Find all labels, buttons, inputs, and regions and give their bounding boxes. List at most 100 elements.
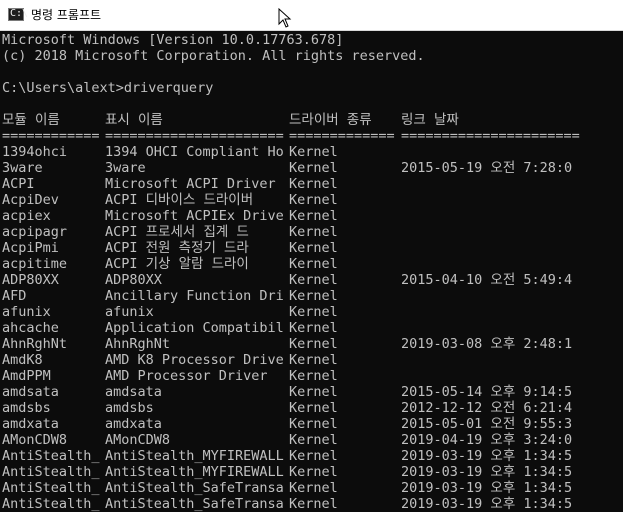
driver-row: amdxata amdxata Kernel 2015-05-01 오전 9:55:3 [2, 416, 621, 432]
link-date-cell [401, 224, 621, 240]
driver-type-cell: Kernel [289, 368, 338, 384]
link-date-cell [401, 208, 621, 224]
driver-type-cell: Kernel [289, 240, 338, 256]
module-name-cell: 3ware [2, 160, 43, 176]
link-date-cell: 2015-05-14 오후 9:14:5 [401, 384, 573, 400]
link-date-cell [401, 320, 621, 336]
driver-row: 3ware 3ware Kernel 2015-05-19 오전 7:28:0 [2, 160, 621, 176]
driver-type-cell: Kernel [289, 448, 338, 464]
link-date-cell: 2012-12-12 오전 6:21:4 [401, 400, 573, 416]
display-name-cell: Ancillary Function Dri [105, 288, 284, 304]
link-date-cell: 2015-05-19 오전 7:28:0 [401, 160, 573, 176]
driver-row: AMonCDW8 AMonCDW8 Kernel 2019-04-19 오후 3:24… [2, 432, 621, 448]
module-name-cell: acpipagr [2, 224, 68, 240]
display-name-cell: ACPI 전원 측정기 드라 [105, 240, 249, 256]
display-name-cell: amdsata [105, 384, 162, 400]
link-date-cell: 2019-03-08 오후 2:48:1 [401, 336, 573, 352]
window-title: 명령 프롬프트 [31, 8, 102, 22]
driver-row: AntiStealth_ AntiStealth_SafeTransa Kernel… [2, 480, 621, 496]
display-name-cell: AhnRghNt [105, 336, 171, 352]
column-header-row: 모듈 이름 표시 이름 드라이버 종류 링크 날짜 [2, 112, 621, 128]
driver-row: AntiStealth_ AntiStealth_SafeTransa Kernel… [2, 496, 621, 512]
module-name-cell: AntiStealth_ [2, 480, 100, 496]
driver-type-cell: Kernel [289, 272, 338, 288]
console-output[interactable]: Microsoft Windows [Version 10.0.17763.67… [0, 31, 623, 512]
driver-row: amdsbs amdsbs Kernel 2012-12-12 오전 6:21:4 [2, 400, 621, 416]
module-name-cell: AntiStealth_ [2, 448, 100, 464]
display-name-cell: AntiStealth_SafeTransa [105, 480, 284, 496]
link-date-cell [401, 144, 621, 160]
link-date-cell: 2019-03-19 오후 1:34:5 [401, 464, 573, 480]
header-module-name: 모듈 이름 [2, 112, 60, 128]
driver-type-cell: Kernel [289, 432, 338, 448]
separator-module-name: ============ [2, 128, 100, 144]
module-name-cell: AcpiDev [2, 192, 59, 208]
driver-row: ahcache Application Compatibil Kernel [2, 320, 621, 336]
driver-type-cell: Kernel [289, 288, 338, 304]
display-name-cell: ACPI 기상 알람 드라이 [105, 256, 249, 272]
copyright-line: (c) 2018 Microsoft Corporation. All righ… [2, 48, 425, 64]
module-name-cell: AmdPPM [2, 368, 51, 384]
display-name-cell: 1394 OHCI Compliant Ho [105, 144, 284, 160]
driver-row: ACPI Microsoft ACPI Driver Kernel [2, 176, 621, 192]
module-name-cell: AntiStealth_ [2, 496, 100, 512]
driver-type-cell: Kernel [289, 304, 338, 320]
driver-type-cell: Kernel [289, 464, 338, 480]
module-name-cell: acpiex [2, 208, 51, 224]
module-name-cell: amdxata [2, 416, 59, 432]
link-date-cell: 2019-03-19 오후 1:34:5 [401, 448, 573, 464]
link-date-cell [401, 240, 621, 256]
driver-row: AmdK8 AMD K8 Processor Drive Kernel [2, 352, 621, 368]
driver-type-cell: Kernel [289, 352, 338, 368]
display-name-cell: amdsbs [105, 400, 154, 416]
command-prompt-line: C:\Users\alext>driverquery [2, 80, 214, 96]
link-date-cell: 2019-03-19 오후 1:34:5 [401, 480, 573, 496]
link-date-cell [401, 192, 621, 208]
display-name-cell: ACPI 디바이스 드라이버 [105, 192, 254, 208]
driver-type-cell: Kernel [289, 256, 338, 272]
driver-type-cell: Kernel [289, 480, 338, 496]
driver-type-cell: Kernel [289, 336, 338, 352]
driver-row: amdsata amdsata Kernel 2015-05-14 오후 9:14:5 [2, 384, 621, 400]
command-prompt-icon-glyph: C:\ [10, 8, 29, 19]
driver-type-cell: Kernel [289, 384, 338, 400]
display-name-cell: AMD Processor Driver [105, 368, 268, 384]
command-prompt-window: C:\ 명령 프롬프트 Microsoft Windows [Version 1… [0, 0, 623, 512]
module-name-cell: AhnRghNt [2, 336, 68, 352]
driver-row: AhnRghNt AhnRghNt Kernel 2019-03-08 오후 2:48… [2, 336, 621, 352]
module-name-cell: ADP80XX [2, 272, 59, 288]
module-name-cell: AcpiPmi [2, 240, 59, 256]
module-name-cell: 1394ohci [2, 144, 68, 160]
driver-type-cell: Kernel [289, 208, 338, 224]
link-date-cell [401, 304, 621, 320]
driver-row: AcpiDev ACPI 디바이스 드라이버 Kernel [2, 192, 621, 208]
module-name-cell: amdsata [2, 384, 59, 400]
link-date-cell: 2019-03-19 오후 1:34:5 [401, 496, 573, 512]
title-bar[interactable]: C:\ 명령 프롬프트 [0, 0, 623, 31]
display-name-cell: AMD K8 Processor Drive [105, 352, 284, 368]
display-name-cell: amdxata [105, 416, 162, 432]
link-date-cell [401, 288, 621, 304]
driver-type-cell: Kernel [289, 416, 338, 432]
driver-row: ADP80XX ADP80XX Kernel 2015-04-10 오전 5:49:4 [2, 272, 621, 288]
command-prompt-icon: C:\ [8, 8, 28, 21]
link-date-cell [401, 176, 621, 192]
module-name-cell: ahcache [2, 320, 59, 336]
link-date-cell: 2019-04-19 오후 3:24:0 [401, 432, 573, 448]
module-name-cell: AFD [2, 288, 27, 304]
driver-row: acpitime ACPI 기상 알람 드라이 Kernel [2, 256, 621, 272]
module-name-cell: amdsbs [2, 400, 51, 416]
driver-row: AmdPPM AMD Processor Driver Kernel [2, 368, 621, 384]
display-name-cell: ADP80XX [105, 272, 162, 288]
display-name-cell: 3ware [105, 160, 146, 176]
version-line: Microsoft Windows [Version 10.0.17763.67… [2, 32, 344, 48]
link-date-cell [401, 368, 621, 384]
driver-type-cell: Kernel [289, 320, 338, 336]
link-date-cell [401, 256, 621, 272]
separator-link-date: ====================== [401, 128, 580, 144]
display-name-cell: afunix [105, 304, 154, 320]
driver-row: acpipagr ACPI 프로세서 집계 드 Kernel [2, 224, 621, 240]
header-display-name: 표시 이름 [105, 112, 163, 128]
driver-type-cell: Kernel [289, 224, 338, 240]
module-name-cell: ACPI [2, 176, 35, 192]
